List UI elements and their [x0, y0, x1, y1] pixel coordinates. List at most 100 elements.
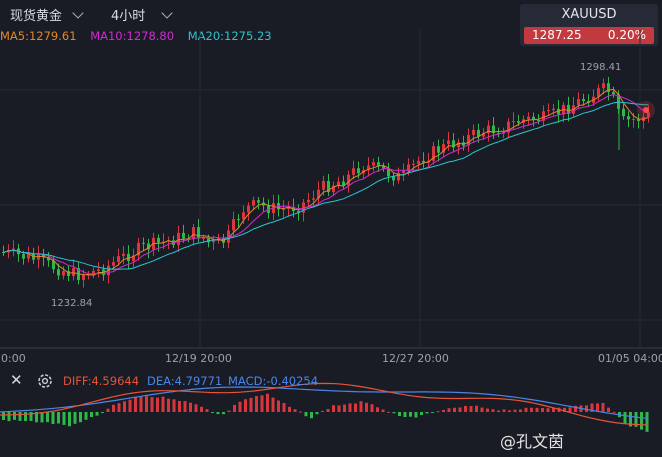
candle-body: [117, 256, 120, 263]
candle-body: [192, 227, 195, 240]
macd-bar: [134, 396, 137, 412]
macd-bar: [480, 407, 484, 412]
last-price-dot: [643, 107, 649, 113]
high-price-label: 1298.41: [580, 62, 621, 73]
candle-body: [247, 205, 250, 213]
macd-bar: [513, 409, 517, 412]
macd-bar: [205, 409, 209, 412]
candle-body: [157, 237, 160, 243]
macd-bar: [123, 401, 126, 412]
macd-bar: [117, 403, 121, 412]
candle-body: [232, 219, 235, 231]
macd-bar: [453, 407, 456, 412]
candle-body: [322, 180, 325, 190]
candle-body: [447, 140, 450, 145]
macd-bar: [519, 409, 522, 412]
x-axis-label-1: 20:00: [0, 352, 26, 365]
macd-bar: [359, 401, 363, 412]
candle-body: [72, 268, 75, 277]
macd-bar: [277, 400, 280, 412]
close-icon[interactable]: ✕: [10, 371, 23, 389]
candle-body: [212, 240, 215, 243]
candle-body: [182, 232, 185, 239]
macd-bar: [161, 396, 165, 412]
candle-body: [512, 121, 515, 123]
macd-bar: [497, 410, 500, 412]
macd-bar: [442, 409, 445, 412]
candle-body: [142, 242, 145, 244]
candle-body: [402, 170, 405, 173]
macd-bar: [24, 412, 27, 422]
candle-body: [632, 119, 635, 121]
macd-histogram: [2, 393, 649, 432]
candle-body: [422, 160, 425, 163]
candle-body: [577, 99, 580, 106]
macd-bar: [249, 397, 253, 412]
candle-body: [622, 108, 625, 117]
macd-bar: [18, 412, 22, 421]
candle-body: [252, 200, 255, 206]
macd-bar: [150, 397, 154, 412]
ma10-line: [3, 94, 649, 275]
ma20-line: [3, 101, 649, 270]
macd-bar: [112, 404, 115, 412]
candle-body: [177, 232, 180, 245]
candle-body: [202, 237, 205, 239]
macd-value: MACD:-0.40254: [228, 374, 319, 388]
candle-body: [517, 121, 520, 123]
macd-bar: [139, 396, 143, 412]
macd-bar: [524, 407, 528, 412]
macd-bar: [354, 403, 357, 412]
macd-bar: [46, 412, 49, 423]
candle-body: [372, 162, 375, 166]
candle-body: [97, 269, 100, 271]
candle-body: [57, 269, 60, 276]
macd-bar: [178, 400, 181, 412]
candle-body: [412, 163, 415, 165]
macd-bar: [299, 411, 302, 413]
macd-bar: [95, 412, 99, 416]
macd-bar: [233, 404, 236, 412]
macd-bar: [607, 407, 610, 412]
macd-bar: [447, 408, 451, 412]
macd-bar: [51, 412, 55, 424]
macd-bar: [530, 407, 533, 412]
gear-icon[interactable]: [36, 372, 54, 390]
macd-bar: [502, 409, 506, 412]
macd-bar: [469, 406, 473, 412]
macd-bar: [90, 412, 93, 418]
macd-bar: [546, 408, 550, 412]
candle-body: [82, 275, 85, 280]
macd-bar: [288, 406, 291, 412]
macd-bar: [321, 410, 324, 412]
candle-body: [602, 83, 605, 89]
candle-body: [112, 262, 115, 266]
candle-body: [347, 174, 350, 186]
macd-bar: [260, 395, 264, 412]
macd-bar: [387, 411, 390, 413]
macd-bar: [464, 405, 467, 412]
macd-bar: [73, 412, 77, 424]
candle-body: [22, 254, 25, 259]
candle-body: [472, 129, 475, 135]
macd-bar: [156, 397, 159, 412]
macd-bar: [409, 412, 412, 417]
macd-bar: [106, 408, 110, 412]
candle-body: [62, 271, 65, 276]
macd-diff-value: DIFF:4.59644: [63, 374, 140, 388]
macd-bar: [337, 405, 341, 412]
macd-bar: [13, 412, 16, 420]
macd-bar: [612, 411, 616, 413]
candle-body: [612, 91, 615, 95]
macd-bar: [101, 412, 104, 413]
macd-bar: [79, 412, 82, 423]
macd-bar: [381, 409, 385, 412]
macd-bar: [420, 412, 423, 416]
candle-body: [237, 219, 240, 221]
macd-bar: [491, 409, 495, 412]
candle-body: [197, 227, 200, 239]
macd-bar: [436, 411, 440, 413]
macd-bar: [403, 412, 407, 418]
macd-bar: [398, 412, 401, 417]
candle-body: [417, 160, 420, 164]
